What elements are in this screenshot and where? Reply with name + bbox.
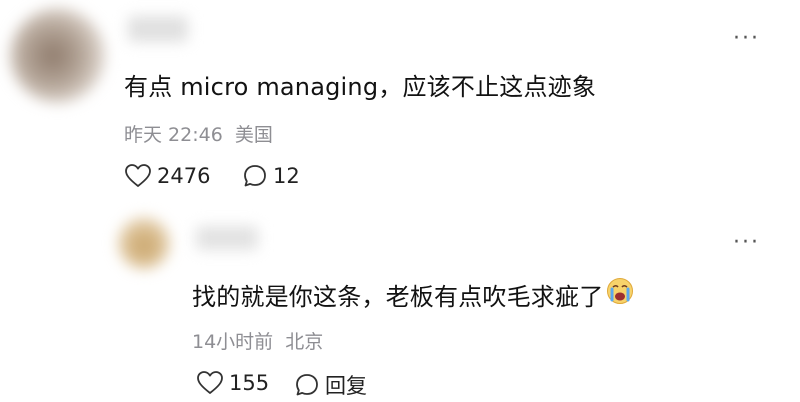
heart-outline-icon (124, 163, 152, 189)
avatar[interactable] (118, 217, 170, 269)
comment-time: 昨天 22:46 (124, 124, 223, 146)
comment-text: 找的就是你这条，老板有点吹毛求疵了 (192, 276, 635, 312)
reply-button[interactable]: 12 (242, 163, 300, 189)
comment-meta: 14小时前 北京 (192, 327, 323, 354)
comment-location: 北京 (285, 331, 324, 353)
comment-meta: 昨天 22:46 美国 (124, 120, 273, 147)
comment-time: 14小时前 (192, 331, 274, 353)
reply-label: 回复 (325, 374, 367, 398)
avatar[interactable] (10, 8, 105, 103)
username[interactable] (128, 16, 188, 42)
crying-face-emoji-icon (605, 276, 635, 312)
reply-button[interactable]: 回复 (294, 370, 367, 400)
comment-bubble-icon (242, 163, 268, 189)
like-count: 2476 (157, 164, 211, 188)
more-options-icon[interactable]: ··· (733, 28, 760, 50)
like-button[interactable]: 2476 (124, 163, 210, 189)
like-count: 155 (229, 371, 270, 395)
comment-text: 有点 micro managing，应该不止这点迹象 (124, 73, 597, 101)
reply-count: 12 (273, 164, 300, 188)
comment-text-body: 找的就是你这条，老板有点吹毛求疵了 (192, 282, 604, 311)
heart-outline-icon (196, 370, 224, 396)
comment-location: 美国 (234, 124, 273, 146)
like-button[interactable]: 155 (196, 370, 269, 396)
username[interactable] (196, 226, 258, 250)
more-options-icon[interactable]: ··· (733, 232, 760, 254)
comment-bubble-icon (294, 372, 320, 398)
